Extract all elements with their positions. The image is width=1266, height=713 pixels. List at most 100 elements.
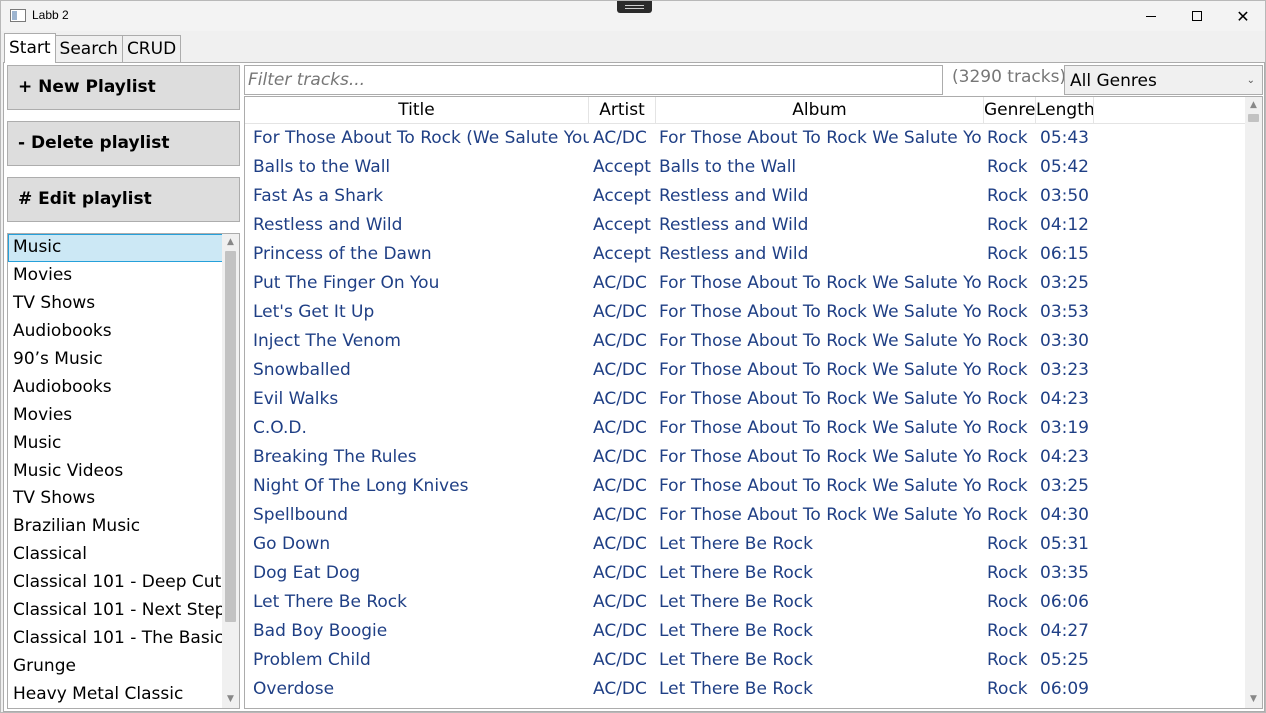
scroll-thumb[interactable] bbox=[1248, 114, 1259, 122]
cell-title: Snowballed bbox=[253, 360, 351, 380]
table-row[interactable]: Dog Eat Dog AC/DC Let There Be Rock Rock 03:… bbox=[245, 559, 1245, 588]
table-row[interactable]: Restless and Wild Accept Restless and Wild… bbox=[245, 211, 1245, 240]
table-row[interactable]: For Those About To Rock (We Salute You) A… bbox=[245, 124, 1245, 153]
cell-album: Let There Be Rock bbox=[659, 621, 813, 641]
playlist-item[interactable]: Movies bbox=[8, 262, 239, 290]
tab-search[interactable]: Search bbox=[54, 35, 123, 63]
playlist-item[interactable]: Classical 101 - Next Steps bbox=[8, 597, 239, 625]
table-row[interactable]: C.O.D. AC/DC For Those About To Rock We Sa… bbox=[245, 414, 1245, 443]
cell-album: For Those About To Rock We Salute You bbox=[659, 505, 983, 525]
table-row[interactable]: Night Of The Long Knives AC/DC For Those A… bbox=[245, 472, 1245, 501]
playlist-items: Music Movies TV Shows Audiobooks 90’s Music A… bbox=[8, 234, 239, 708]
cell-length: 03:53 bbox=[1040, 302, 1089, 322]
playlist-item[interactable]: Music bbox=[8, 430, 239, 458]
cell-artist: Accept bbox=[593, 244, 651, 264]
table-row[interactable]: Breaking The Rules AC/DC For Those About T… bbox=[245, 443, 1245, 472]
tracks-grid[interactable]: Title Artist Album Genre Length For Thos… bbox=[244, 96, 1263, 709]
cell-length: 03:50 bbox=[1040, 186, 1089, 206]
cell-artist: AC/DC bbox=[593, 621, 647, 641]
column-header-title[interactable]: Title bbox=[245, 97, 589, 124]
title-bar[interactable]: Labb 2 ✕ bbox=[1, 1, 1265, 31]
cell-length: 03:25 bbox=[1040, 273, 1089, 293]
cell-album: For Those About To Rock We Salute You bbox=[659, 389, 983, 409]
minimize-button[interactable] bbox=[1128, 1, 1174, 31]
edit-playlist-button[interactable]: # Edit playlist bbox=[7, 177, 240, 222]
table-row[interactable]: Evil Walks AC/DC For Those About To Rock W… bbox=[245, 385, 1245, 414]
playlist-item[interactable]: Grunge bbox=[8, 653, 239, 681]
filter-tracks-input[interactable]: Filter tracks... bbox=[244, 65, 943, 95]
column-header-genre[interactable]: Genre bbox=[984, 97, 1036, 124]
scroll-thumb[interactable] bbox=[225, 251, 236, 622]
table-row[interactable]: Put The Finger On You AC/DC For Those Abou… bbox=[245, 269, 1245, 298]
playlist-item[interactable]: Classical 101 - Deep Cuts bbox=[8, 569, 239, 597]
scroll-up-icon[interactable]: ▲ bbox=[1245, 97, 1262, 114]
table-row[interactable]: Balls to the Wall Accept Balls to the Wall… bbox=[245, 153, 1245, 182]
table-row[interactable]: Princess of the Dawn Accept Restless and W… bbox=[245, 240, 1245, 269]
cell-genre: Rock bbox=[987, 563, 1028, 583]
maximize-button[interactable] bbox=[1174, 1, 1220, 31]
delete-playlist-button[interactable]: - Delete playlist bbox=[7, 121, 240, 166]
playlist-item[interactable]: TV Shows bbox=[8, 485, 239, 513]
cell-genre: Rock bbox=[987, 360, 1028, 380]
playlist-item[interactable]: Audiobooks bbox=[8, 318, 239, 346]
cell-album: For Those About To Rock We Salute You bbox=[659, 331, 983, 351]
column-header-album[interactable]: Album bbox=[656, 97, 984, 124]
cell-length: 06:06 bbox=[1040, 592, 1089, 612]
playlist-item[interactable]: Movies bbox=[8, 402, 239, 430]
table-row[interactable]: Overdose AC/DC Let There Be Rock Rock 06:09 bbox=[245, 675, 1245, 704]
cell-artist: AC/DC bbox=[593, 360, 647, 380]
table-row[interactable]: Spellbound AC/DC For Those About To Rock W… bbox=[245, 501, 1245, 530]
playlist-item[interactable]: Brazilian Music bbox=[8, 513, 239, 541]
cell-artist: AC/DC bbox=[593, 447, 647, 467]
scroll-down-icon[interactable]: ▼ bbox=[1245, 691, 1262, 708]
grid-scrollbar[interactable]: ▲ ▼ bbox=[1245, 97, 1262, 708]
tab-crud[interactable]: CRUD bbox=[121, 35, 182, 63]
playlist-list[interactable]: Music Movies TV Shows Audiobooks 90’s Music A… bbox=[7, 233, 240, 709]
table-row[interactable]: Snowballed AC/DC For Those About To Rock W… bbox=[245, 356, 1245, 385]
table-row[interactable]: Go Down AC/DC Let There Be Rock Rock 05:31 bbox=[245, 530, 1245, 559]
cell-album: Restless and Wild bbox=[659, 244, 809, 264]
playlist-item[interactable]: Classical 101 - The Basics bbox=[8, 625, 239, 653]
genre-select[interactable]: All Genres ⌄ bbox=[1064, 65, 1263, 95]
track-count: (3290 tracks) bbox=[952, 67, 1067, 87]
cell-genre: Rock bbox=[987, 505, 1028, 525]
playlist-item[interactable]: Music bbox=[8, 234, 239, 262]
cell-length: 05:31 bbox=[1040, 534, 1089, 554]
playlist-item[interactable]: Heavy Metal Classic bbox=[8, 681, 239, 708]
column-header-length[interactable]: Length bbox=[1036, 97, 1094, 124]
table-row[interactable]: Bad Boy Boogie AC/DC Let There Be Rock Rock… bbox=[245, 617, 1245, 646]
cell-album: For Those About To Rock We Salute You bbox=[659, 302, 983, 322]
playlist-item[interactable]: Music Videos bbox=[8, 458, 239, 486]
scroll-down-icon[interactable]: ▼ bbox=[222, 691, 239, 708]
cell-length: 04:30 bbox=[1040, 505, 1089, 525]
cell-title: Let's Get It Up bbox=[253, 302, 375, 322]
playlist-item[interactable]: TV Shows bbox=[8, 290, 239, 318]
playlist-item[interactable]: Audiobooks bbox=[8, 374, 239, 402]
cell-length: 04:23 bbox=[1040, 447, 1089, 467]
cell-title: Breaking The Rules bbox=[253, 447, 417, 467]
close-button[interactable]: ✕ bbox=[1220, 1, 1266, 31]
table-row[interactable]: Let's Get It Up AC/DC For Those About To R… bbox=[245, 298, 1245, 327]
cell-album: Let There Be Rock bbox=[659, 592, 813, 612]
cell-album: Balls to the Wall bbox=[659, 157, 797, 177]
cell-artist: AC/DC bbox=[593, 679, 647, 699]
table-row[interactable]: Inject The Venom AC/DC For Those About To … bbox=[245, 327, 1245, 356]
table-row[interactable]: Problem Child AC/DC Let There Be Rock Rock 0… bbox=[245, 646, 1245, 675]
playlist-item[interactable]: 90’s Music bbox=[8, 346, 239, 374]
minimize-icon bbox=[1146, 15, 1156, 17]
new-playlist-button[interactable]: + New Playlist bbox=[7, 65, 240, 110]
cell-genre: Rock bbox=[987, 331, 1028, 351]
cell-title: Put The Finger On You bbox=[253, 273, 440, 293]
table-row[interactable]: Fast As a Shark Accept Restless and Wild Ro… bbox=[245, 182, 1245, 211]
playlist-scrollbar[interactable]: ▲ ▼ bbox=[222, 234, 239, 708]
snap-grip-icon[interactable] bbox=[617, 1, 652, 13]
table-row[interactable]: Let There Be Rock AC/DC Let There Be Rock R… bbox=[245, 588, 1245, 617]
scroll-up-icon[interactable]: ▲ bbox=[222, 234, 239, 251]
column-header-artist[interactable]: Artist bbox=[589, 97, 656, 124]
cell-genre: Rock bbox=[987, 302, 1028, 322]
cell-length: 04:12 bbox=[1040, 215, 1089, 235]
grid-header: Title Artist Album Genre Length bbox=[245, 97, 1245, 124]
tab-start[interactable]: Start bbox=[4, 33, 56, 63]
cell-title: Overdose bbox=[253, 679, 335, 699]
playlist-item[interactable]: Classical bbox=[8, 541, 239, 569]
